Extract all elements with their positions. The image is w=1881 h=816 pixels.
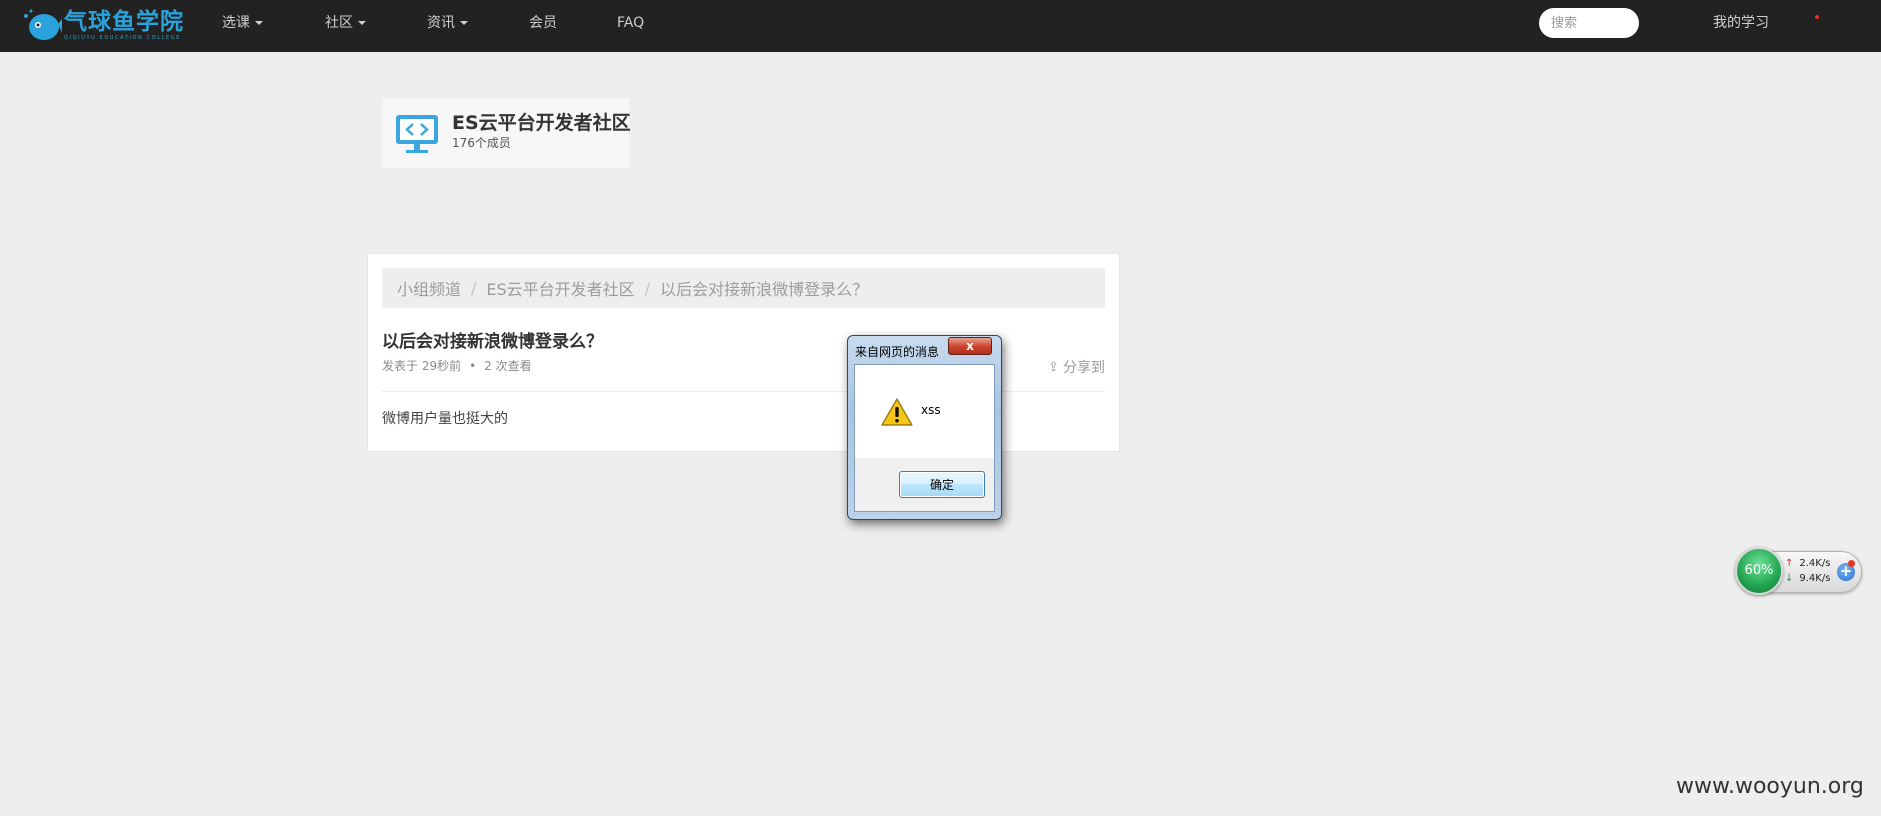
dialog-title: 来自网页的消息 <box>855 345 940 359</box>
my-study-link[interactable]: 我的学习 <box>1713 0 1769 47</box>
balloon-fish-icon <box>22 8 62 42</box>
breadcrumb-item-current: 以后会对接新浪微博登录么？ <box>660 280 869 299</box>
nav-item-faq[interactable]: FAQ <box>617 0 644 47</box>
dialog-close-button[interactable]: x <box>948 337 992 355</box>
share-button[interactable]: ⇪ 分享到 <box>1048 357 1105 377</box>
share-label: 分享到 <box>1063 360 1105 376</box>
logo-subtitle: QIQIUYU EDUCATION COLLEGE <box>64 35 181 41</box>
group-name[interactable]: ES云平台开发者社区 <box>452 108 631 135</box>
alert-dialog: 来自网页的消息 x xss 确定 <box>847 335 1002 520</box>
warning-icon <box>881 397 913 427</box>
group-card[interactable]: ES云平台开发者社区 176个成员 <box>382 98 631 168</box>
download-speed: ↓ 9.4K/s <box>1785 573 1831 584</box>
upload-speed: ↑ 2.4K/s <box>1785 558 1831 569</box>
arrow-up-icon: ↑ <box>1785 558 1794 569</box>
nav-item-community[interactable]: 社区 <box>325 0 366 47</box>
dialog-message-area: xss <box>855 365 994 458</box>
top-navbar: 气球鱼学院 QIQIUYU EDUCATION COLLEGE 选课 社区 资讯… <box>0 0 1881 52</box>
post-panel: 小组频道 / ES云平台开发者社区 / 以后会对接新浪微博登录么？ 以后会对接新… <box>367 253 1120 452</box>
caret-down-icon <box>255 21 263 25</box>
notification-dot <box>1815 15 1819 19</box>
logo-text: 气球鱼学院 <box>64 9 184 35</box>
site-logo[interactable]: 气球鱼学院 QIQIUYU EDUCATION COLLEGE <box>22 6 184 44</box>
post-title: 以后会对接新浪微博登录么？ <box>382 332 603 352</box>
post-time: 发表于 29秒前 <box>382 359 462 373</box>
dialog-message: xss <box>921 403 941 417</box>
breadcrumb: 小组频道 / ES云平台开发者社区 / 以后会对接新浪微博登录么？ <box>382 268 1105 308</box>
breadcrumb-item-group[interactable]: ES云平台开发者社区 <box>486 276 634 300</box>
group-member-count: 176个成员 <box>452 136 511 150</box>
breadcrumb-item-channel[interactable]: 小组频道 <box>397 276 461 300</box>
network-usage-ball[interactable]: 60% <box>1735 547 1783 595</box>
post-meta: 发表于 29秒前 • 2 次查看 <box>382 359 532 373</box>
breadcrumb-separator: / <box>644 278 651 298</box>
arrow-down-icon: ↓ <box>1785 573 1794 584</box>
search-input[interactable] <box>1539 8 1639 38</box>
watermark: www.wooyun.org <box>1676 774 1864 799</box>
caret-down-icon <box>358 21 366 25</box>
caret-down-icon <box>460 21 468 25</box>
share-icon: ⇪ <box>1048 359 1059 375</box>
post-body: 微博用户量也挺大的 <box>382 411 508 427</box>
monitor-code-icon <box>394 112 440 156</box>
nav-item-news[interactable]: 资讯 <box>427 0 468 47</box>
dialog-footer: 确定 <box>855 458 994 511</box>
dialog-content: xss 确定 <box>854 364 995 512</box>
nav-item-membership[interactable]: 会员 <box>529 0 557 47</box>
nav-item-courses[interactable]: 选课 <box>222 0 263 47</box>
badge-dot <box>1848 560 1855 567</box>
breadcrumb-separator: / <box>471 278 477 298</box>
ok-button[interactable]: 确定 <box>899 471 985 498</box>
post-views: 2 次查看 <box>484 359 532 373</box>
